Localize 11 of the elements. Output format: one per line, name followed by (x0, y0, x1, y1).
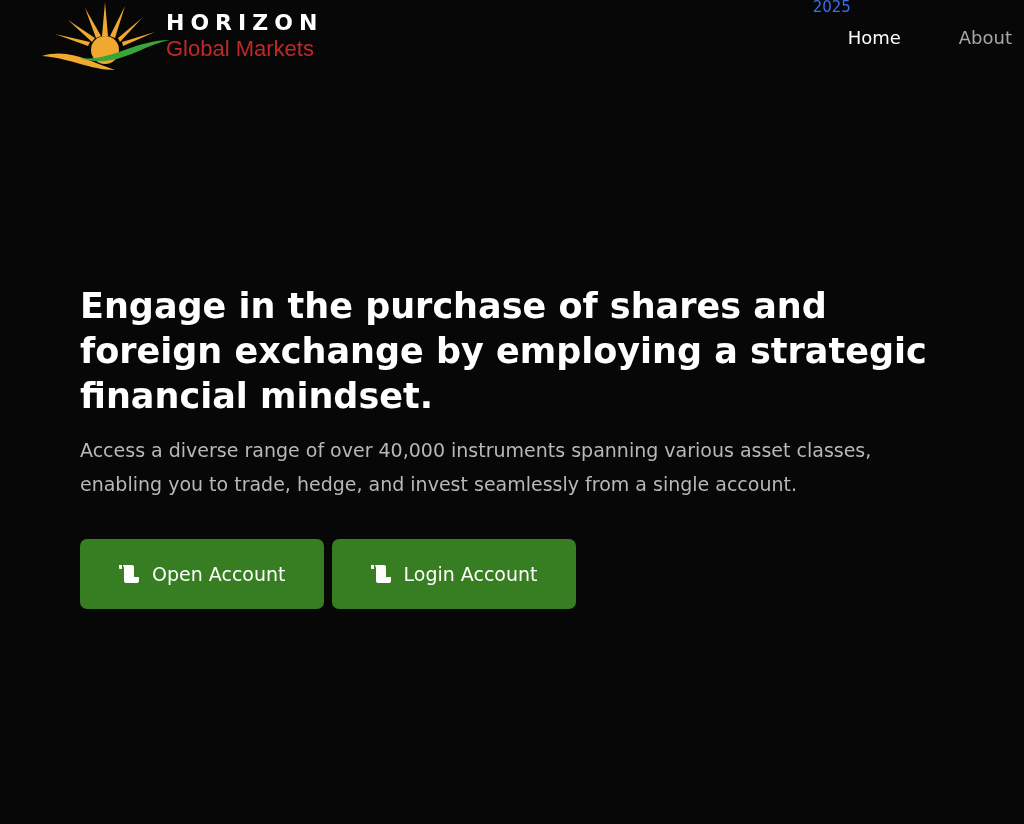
scroll-icon (118, 564, 140, 584)
hero-subtitle: Access a diverse range of over 40,000 instruments spanning various asset classes, enabling you to trade, hedge, and invest seamlessly from a single account. (80, 438, 873, 497)
year-label: 2025 (812, 0, 851, 15)
hero-title: Engage in the purchase of shares and foreign exchange by employing a strategic financial mindset. (80, 285, 928, 418)
brand-tagline: Global Markets (166, 36, 315, 62)
nav-link[interactable]: Home (847, 27, 901, 48)
scroll-icon (369, 564, 392, 584)
brand-name: HORIZON (166, 10, 324, 36)
nav-link[interactable]: About (958, 27, 1012, 48)
account-button[interactable]: Login Account (331, 539, 576, 609)
account-button[interactable]: Open Account (80, 539, 324, 609)
